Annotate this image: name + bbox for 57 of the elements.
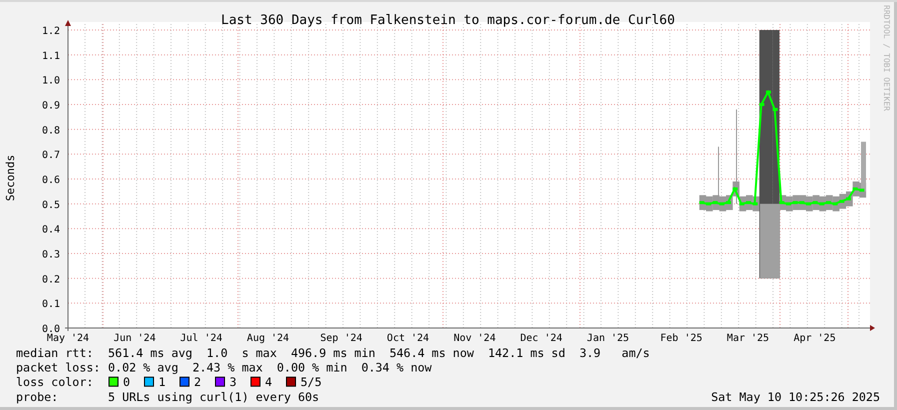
median-marker — [746, 201, 751, 204]
legend-label: probe: — [16, 390, 58, 404]
median-marker — [732, 187, 738, 190]
y-tick-label: 0.6 — [42, 175, 60, 186]
loss-color-label: 0 — [123, 375, 130, 390]
legend-text: 561.4 ms avg 1.0 s max 496.9 ms min 546.4 ms now 142.1 ms sd 3.9 am/s — [108, 346, 650, 360]
loss-color-label: 1 — [158, 375, 166, 390]
legend-label: packet loss: — [16, 360, 100, 375]
median-marker — [766, 90, 771, 94]
legend-label: median rtt: — [16, 346, 94, 360]
y-tick-label: 1.0 — [42, 76, 60, 87]
timestamp: Sat May 10 10:25:26 2025 — [711, 390, 880, 404]
side-credit: RRDTOOL / TOBI OETIKER — [882, 5, 891, 111]
median-marker — [846, 197, 851, 200]
x-tick-label: Aug '24 — [246, 333, 290, 344]
median-marker — [826, 201, 831, 204]
x-tick-label: Dec '24 — [520, 333, 562, 344]
x-tick-label: Mar '25 — [726, 333, 770, 344]
median-marker — [806, 202, 811, 206]
x-tick-label: Nov '24 — [454, 333, 496, 344]
legend-label: loss color: — [16, 375, 94, 390]
median-marker — [739, 202, 744, 206]
x-tick-label: Jan '25 — [586, 333, 630, 344]
x-tick-label: May '24 — [46, 333, 90, 344]
chart-title: Last 360 Days from Falkenstein to maps.cor-forum.de Curl60 — [221, 13, 675, 28]
x-tick-label: Jul '24 — [180, 333, 222, 344]
x-tick-label: Feb '25 — [660, 333, 702, 344]
y-tick-label: 0.0 — [42, 324, 60, 335]
median-marker — [706, 202, 711, 206]
loss-color-label: 3 — [230, 375, 237, 390]
median-marker — [752, 202, 758, 206]
y-tick-label: 1.2 — [42, 26, 60, 37]
x-tick-label: Oct '24 — [386, 333, 430, 344]
median-marker — [772, 108, 778, 111]
y-tick-label: 0.1 — [42, 299, 60, 310]
legend-text: 5 URLs using curl(1) every 60s — [108, 390, 320, 404]
y-tick-label: 0.2 — [42, 274, 60, 286]
y-tick-label: 0.3 — [42, 250, 60, 260]
y-tick-label: 0.4 — [42, 224, 60, 236]
y-tick-label: 0.5 — [42, 200, 60, 211]
median-marker — [726, 201, 731, 204]
y-tick-label: 1.1 — [42, 50, 60, 62]
y-axis-label: Seconds — [4, 154, 17, 202]
x-tick-label: Apr '25 — [794, 333, 836, 344]
y-tick-label: 0.9 — [42, 100, 60, 112]
loss-color-label: 5/5 — [300, 375, 322, 390]
x-tick-label: Sep '24 — [320, 333, 362, 344]
y-tick-label: 0.7 — [42, 150, 60, 162]
x-tick-label: Jun '24 — [114, 333, 156, 344]
median-marker — [759, 103, 764, 106]
median-marker — [699, 201, 704, 204]
median-marker — [779, 201, 784, 204]
loss-color-label: 2 — [194, 375, 202, 390]
legend-text: 0.02 % avg 2.43 % max 0.00 % min 0.34 % now — [108, 360, 432, 375]
y-tick-label: 0.8 — [42, 125, 60, 136]
loss-color-label: 4 — [265, 375, 272, 390]
median-marker — [786, 202, 791, 206]
